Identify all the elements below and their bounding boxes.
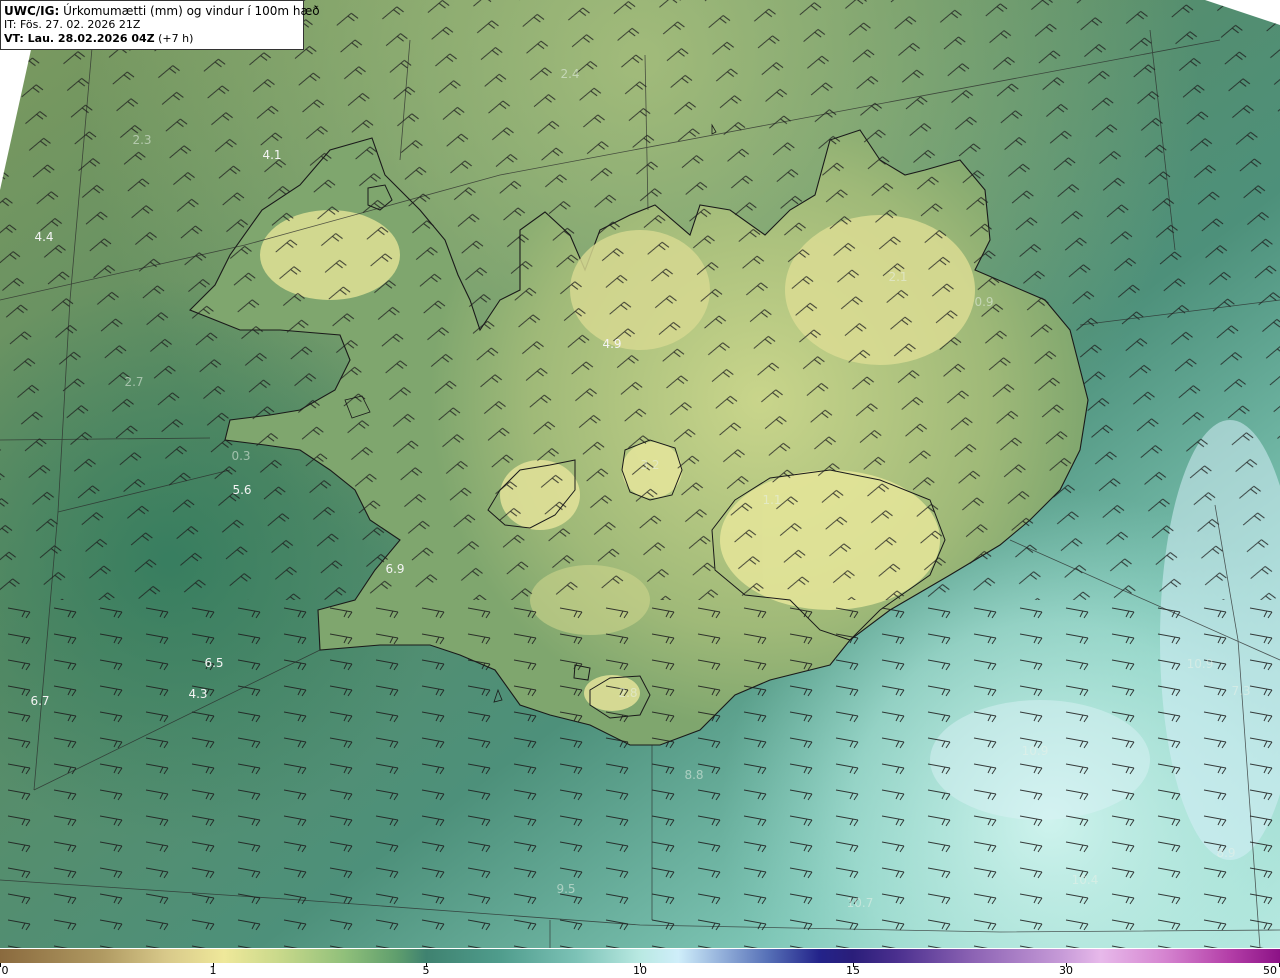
value-label: 8.9	[1216, 846, 1235, 860]
header-title: UWC/IG: Úrkomumætti (mm) og vindur í 100…	[4, 4, 320, 18]
value-label: 2.3	[132, 133, 151, 147]
value-label: 4.4	[34, 230, 53, 244]
value-label: 6.7	[30, 694, 49, 708]
value-label: 10.4	[1072, 873, 1099, 887]
value-label: 10.7	[847, 896, 874, 910]
colorbar-label: 50	[1263, 964, 1277, 977]
value-label: 4.1	[262, 148, 281, 162]
value-label: 7.3	[1231, 684, 1250, 698]
value-label: 10.9	[1187, 657, 1214, 671]
value-label: 2.8	[618, 686, 637, 700]
value-label: 4.3	[188, 687, 207, 701]
wind-barbs-south	[0, 600, 1280, 948]
colorbar-label: 15	[846, 964, 860, 977]
value-label: 0.9	[974, 295, 993, 309]
value-label: 5.6	[232, 483, 251, 497]
valid-time: VT: Lau. 28.02.2026 04Z (+7 h)	[4, 32, 299, 46]
value-label: 2.1	[888, 270, 907, 284]
value-label: 9.5	[556, 882, 575, 896]
value-label: 10.9	[1022, 744, 1049, 758]
value-label: 2.4	[560, 67, 579, 81]
value-label: 0.3	[231, 449, 250, 463]
valid-time-offset: (+7 h)	[154, 32, 194, 45]
map-domain	[0, 0, 1280, 948]
map-info-header: UWC/IG: Úrkomumætti (mm) og vindur í 100…	[0, 0, 320, 50]
colorbar-label: 1	[209, 964, 217, 977]
value-label: 1.1	[762, 493, 781, 507]
colorbar-label: 0	[1, 964, 9, 977]
value-label: 6.9	[385, 562, 404, 576]
valid-time-label: VT: Lau. 28.02.2026 04Z	[4, 32, 155, 45]
colorbar-label: 10	[633, 964, 647, 977]
wind-barbs-north	[0, 0, 1280, 600]
value-label: 4.9	[602, 337, 621, 351]
value-label: 8.8	[684, 768, 703, 782]
precipitation-colorbar	[0, 949, 1280, 963]
colorbar-label: 30	[1059, 964, 1073, 977]
colorbar-label: 5	[422, 964, 430, 977]
value-label: 6.5	[204, 656, 223, 670]
value-label: 3.2	[640, 458, 659, 472]
init-time: IT: Fös. 27. 02. 2026 21Z	[4, 18, 141, 31]
model-name: UWC/IG:	[4, 4, 60, 18]
value-label: 2.7	[124, 375, 143, 389]
precipitation-map: 2.4 2.3 4.1 4.4 4.9 2.1 0.9 2.7 0.3 5.6 …	[0, 0, 1280, 948]
field-description: Úrkomumætti (mm) og vindur í 100m hæð	[59, 4, 320, 18]
